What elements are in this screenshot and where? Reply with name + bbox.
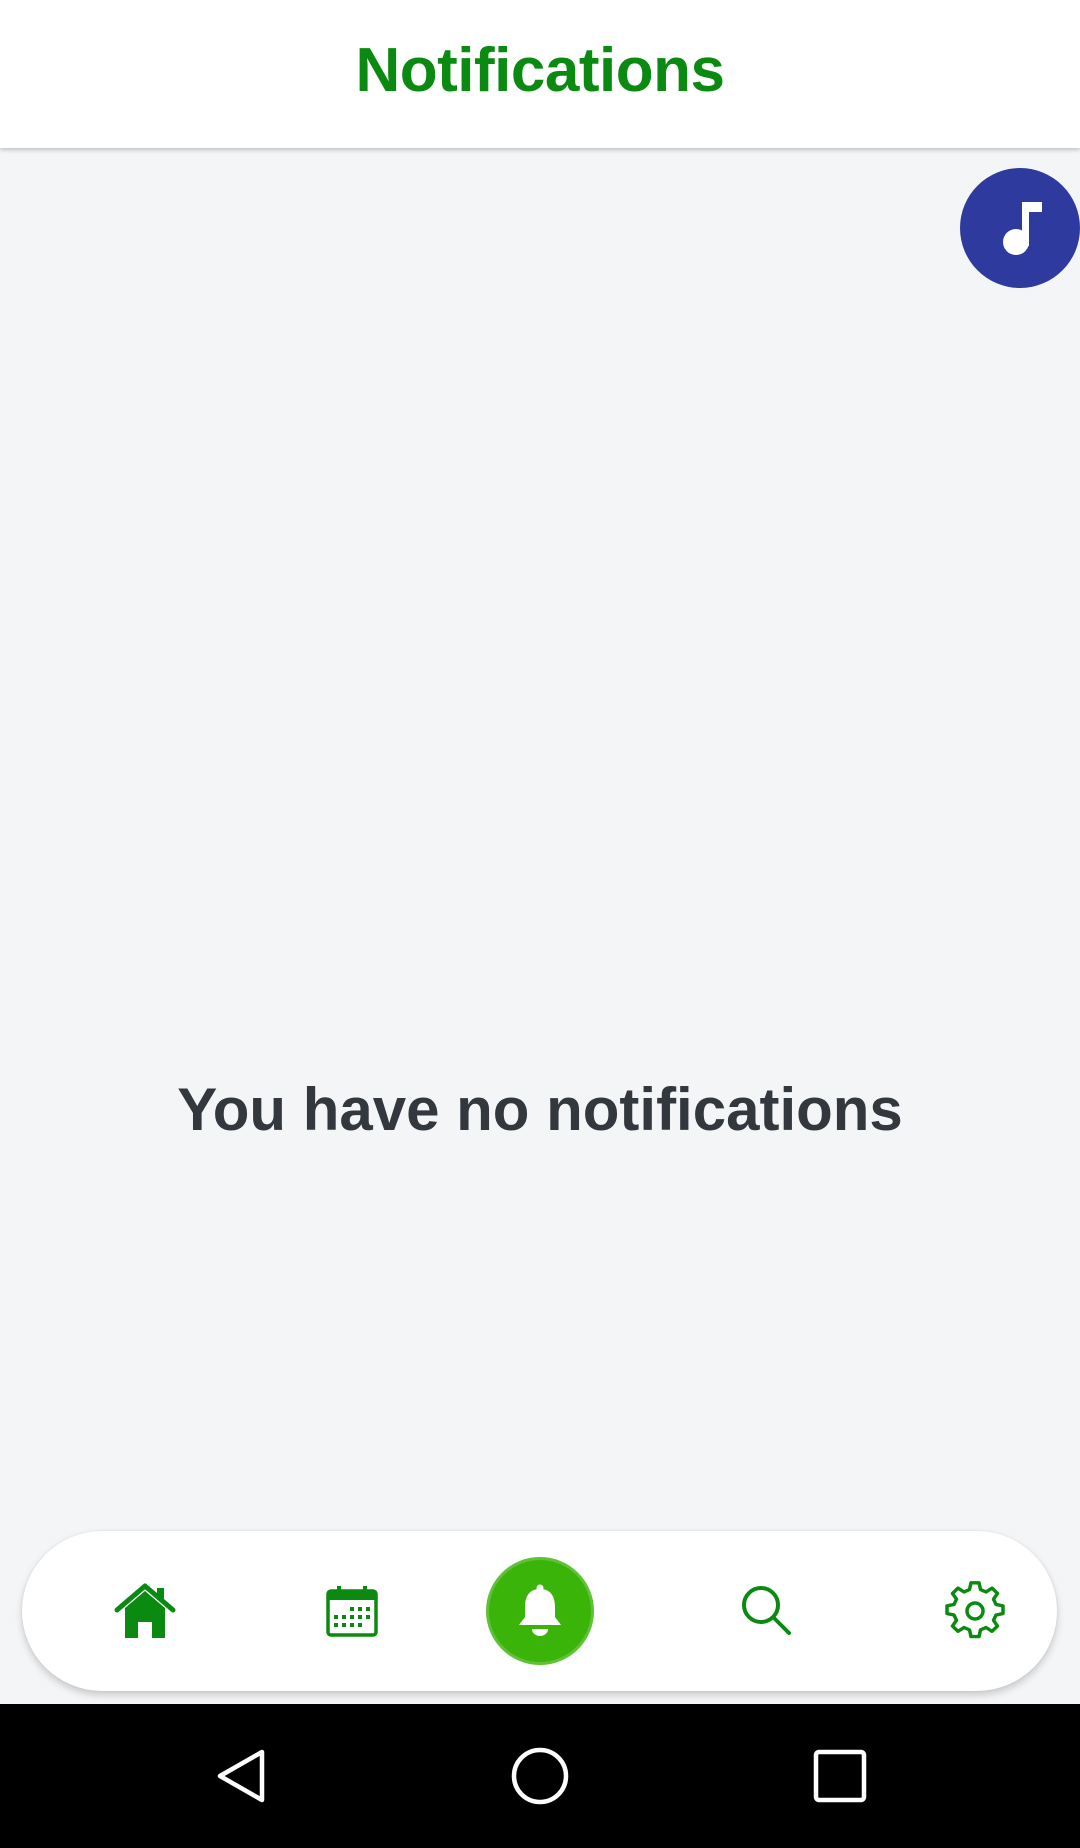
system-back-button[interactable] [180, 1704, 300, 1848]
page-title: Notifications [355, 35, 725, 105]
nav-calendar-button[interactable] [292, 1531, 412, 1691]
system-navigation-bar [0, 1704, 1080, 1848]
home-circle-icon [511, 1747, 569, 1805]
recents-square-icon [813, 1749, 867, 1803]
gear-icon [945, 1581, 1005, 1639]
app-bar: Notifications [0, 0, 1080, 148]
music-note-icon [1003, 202, 1042, 255]
empty-state-message: You have no notifications [177, 1076, 903, 1143]
home-icon [114, 1583, 176, 1638]
system-home-button[interactable] [480, 1704, 600, 1848]
bottom-navigation-bar [22, 1531, 1057, 1691]
nav-notifications-button[interactable] [480, 1531, 600, 1691]
nav-settings-button[interactable] [915, 1531, 1035, 1691]
search-icon [742, 1586, 791, 1635]
music-button[interactable] [960, 168, 1080, 288]
active-nav-indicator [486, 1557, 594, 1665]
nav-home-button[interactable] [85, 1531, 205, 1691]
notifications-content [0, 150, 1080, 1703]
back-triangle-icon [217, 1749, 265, 1803]
bell-icon [519, 1584, 561, 1636]
system-recents-button[interactable] [780, 1704, 900, 1848]
calendar-icon [326, 1586, 378, 1637]
nav-search-button[interactable] [707, 1531, 827, 1691]
